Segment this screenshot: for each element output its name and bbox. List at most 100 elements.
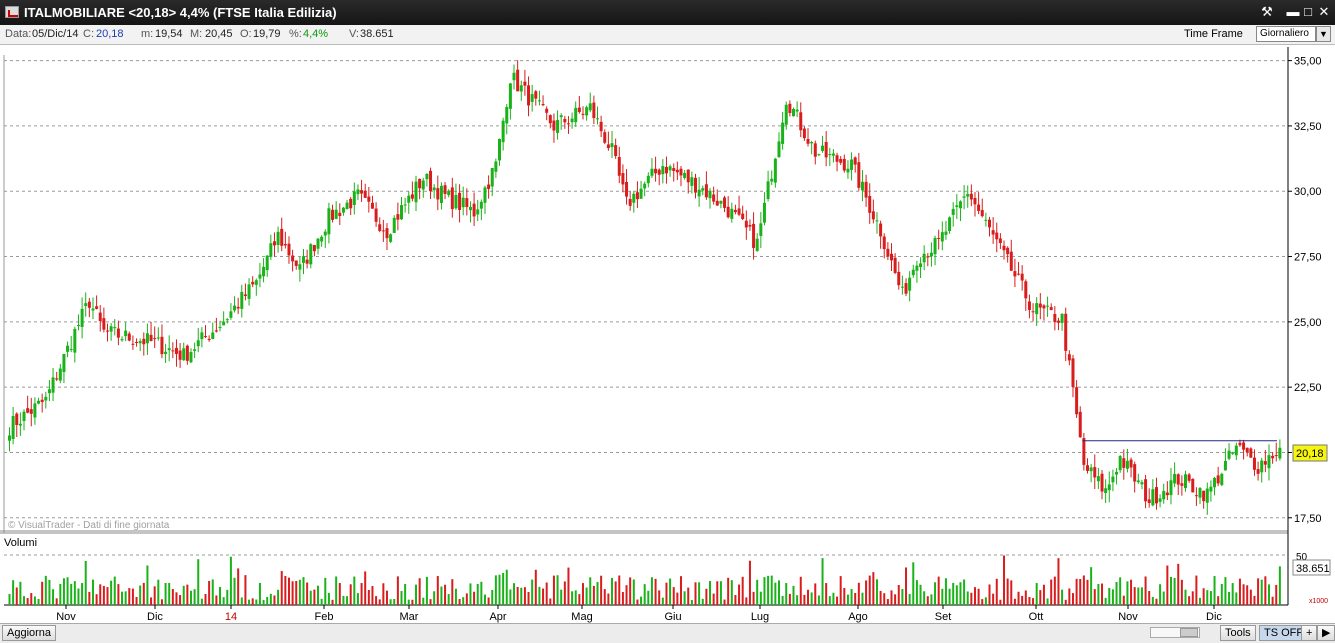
volume-bar [527, 591, 530, 605]
volume-bar [647, 590, 650, 605]
volume-bar [1195, 575, 1198, 605]
y-tick-label: 30,00 [1294, 186, 1322, 198]
close-label: C: [83, 28, 94, 40]
volume-bar [211, 579, 214, 605]
candle-body [454, 195, 458, 209]
candle-body [1209, 486, 1213, 492]
volume-bar [915, 580, 918, 605]
candle-body [389, 234, 393, 242]
candle-body [418, 178, 422, 189]
candle-body [646, 175, 650, 184]
candle-body [222, 321, 226, 326]
candle-body [1133, 464, 1137, 482]
volume-bar [411, 599, 414, 605]
volume-bar [767, 575, 770, 605]
volume-bar [186, 584, 189, 605]
candle-body [374, 208, 378, 222]
candle-body [15, 413, 19, 425]
volume-bar [1260, 579, 1263, 605]
candle-body [450, 187, 454, 210]
candle-body [596, 118, 599, 120]
volume-bar [23, 596, 26, 605]
candle-body [113, 327, 117, 329]
window-titlebar: ITALMOBILIARE <20,18> 4,4% (FTSE Italia … [0, 0, 1335, 25]
min-value: 19,54 [155, 28, 183, 40]
volume-bar [436, 576, 439, 605]
candle-body [919, 263, 923, 268]
candle-body [262, 266, 266, 277]
candle-body [200, 332, 204, 340]
volume-bar [389, 599, 392, 605]
candle-body [799, 112, 803, 131]
candle-body [1165, 492, 1169, 496]
candle-body [654, 168, 658, 174]
candle-body [403, 204, 407, 206]
volume-bar [999, 599, 1002, 605]
candle-body [701, 188, 705, 191]
volume-bar [396, 576, 399, 605]
add-icon[interactable]: + [1301, 625, 1318, 641]
wrench-icon[interactable]: ⚒ [1259, 4, 1275, 20]
volume-bar [730, 580, 733, 605]
candle-body [846, 168, 850, 173]
volume-bar [1188, 596, 1191, 605]
candle-body [483, 187, 487, 203]
volume-bar [197, 559, 200, 605]
candle-body [1002, 245, 1006, 251]
candle-body [396, 214, 400, 220]
volume-bar [1071, 593, 1074, 605]
candle-body [577, 107, 581, 113]
minimize-icon[interactable]: ▬ [1285, 4, 1301, 20]
candle-body [349, 198, 353, 209]
candle-body [294, 260, 298, 266]
tools-button[interactable]: Tools [1220, 625, 1256, 641]
scrollbar-thumb[interactable] [1180, 628, 1198, 637]
volume-bar [73, 581, 76, 605]
volume-bar [1079, 578, 1082, 605]
candle-body [291, 255, 295, 262]
volume-bar [1199, 597, 1202, 605]
volume-bar [84, 560, 87, 605]
candle-body [639, 188, 643, 199]
candle-body [1198, 488, 1202, 498]
price-chart-area[interactable]: 35,0032,5030,0027,5025,0022,5020,0017,50… [0, 45, 1335, 623]
candle-body [1216, 475, 1220, 484]
scroll-right-icon[interactable]: ▶ [1317, 625, 1335, 641]
refresh-button[interactable]: Aggiorna [2, 625, 57, 641]
candlestick-chart[interactable]: 35,0032,5030,0027,5025,0022,5020,0017,50… [0, 45, 1335, 623]
candle-body [189, 351, 193, 363]
candle-body [109, 326, 113, 332]
candle-body [886, 248, 890, 257]
candle-body [302, 256, 305, 263]
candle-body [33, 403, 37, 418]
candle-body [1089, 467, 1093, 472]
volume-bar [1278, 566, 1281, 605]
candle-body [458, 192, 462, 210]
volume-bar [244, 575, 247, 605]
maximize-icon[interactable]: □ [1300, 4, 1316, 20]
candle-body [842, 158, 846, 171]
candle-body [142, 338, 146, 345]
candle-body [657, 169, 661, 175]
volume-bar [382, 583, 385, 605]
watermark-text: © VisualTrader - Dati di fine giornata [8, 520, 170, 531]
volume-bar [930, 594, 933, 605]
candle-body [784, 104, 788, 125]
candle-body [182, 348, 186, 361]
candle-body [650, 168, 654, 176]
close-icon[interactable]: ✕ [1316, 4, 1332, 20]
volume-bar [269, 593, 272, 605]
candle-body [570, 118, 574, 123]
chevron-down-icon[interactable]: ▼ [1316, 26, 1331, 42]
timeframe-select[interactable]: Giornaliero [1256, 26, 1316, 42]
volume-bar [1159, 584, 1162, 605]
volume-bar [1224, 577, 1227, 605]
volume-bar [393, 598, 396, 605]
volume-bar [444, 584, 447, 605]
volume-bar [469, 583, 472, 605]
volume-bar [146, 565, 149, 605]
volume-bar [600, 575, 603, 605]
volume-bar [665, 582, 668, 605]
volume-bar [1111, 589, 1114, 605]
volume-bar [262, 599, 265, 605]
